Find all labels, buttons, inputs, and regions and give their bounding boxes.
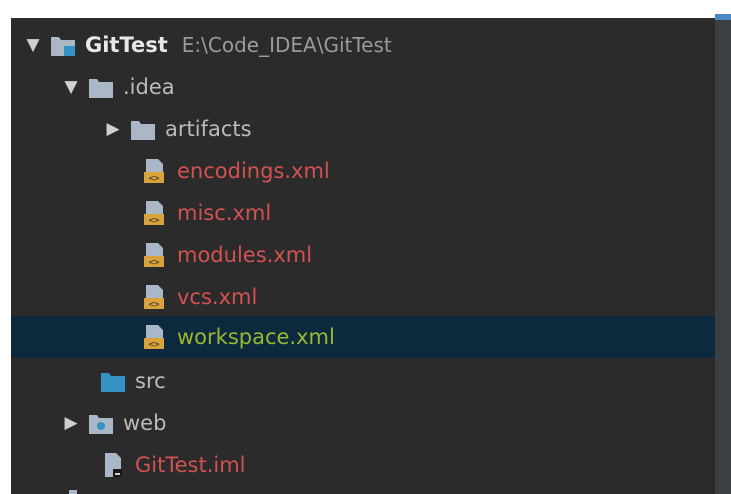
tree-node-encodings-xml[interactable]: <> encodings.xml bbox=[11, 150, 715, 192]
triangle-right-icon[interactable]: ▶ bbox=[59, 411, 83, 435]
folder-label: src bbox=[135, 369, 166, 393]
project-name: GitTest bbox=[85, 33, 168, 57]
file-label: encodings.xml bbox=[177, 159, 330, 183]
triangle-down-icon[interactable]: ▼ bbox=[59, 75, 83, 99]
xml-file-icon: <> bbox=[144, 201, 164, 226]
file-label: GitTest.iml bbox=[135, 453, 246, 477]
tree-node-partial bbox=[11, 486, 715, 494]
iml-file-icon bbox=[105, 453, 122, 477]
xml-file-icon: <> bbox=[144, 285, 164, 310]
file-label: misc.xml bbox=[177, 201, 272, 225]
tree-node-workspace-xml[interactable]: <> workspace.xml bbox=[11, 316, 715, 358]
triangle-right-icon[interactable]: ▶ bbox=[101, 117, 125, 141]
module-folder-icon bbox=[51, 37, 75, 56]
tree-node-gittest[interactable]: ▼ GitTest E:\Code_IDEA\GitTest bbox=[11, 24, 715, 66]
scrollbar-thumb[interactable] bbox=[715, 14, 731, 20]
tree-node-src[interactable]: src bbox=[11, 360, 715, 402]
tree-node-gittest-iml[interactable]: GitTest.iml bbox=[11, 444, 715, 486]
file-label: vcs.xml bbox=[177, 285, 258, 309]
folder-label: .idea bbox=[123, 75, 175, 99]
folder-icon bbox=[89, 79, 113, 98]
project-path: E:\Code_IDEA\GitTest bbox=[181, 33, 392, 57]
tree-node-misc-xml[interactable]: <> misc.xml bbox=[11, 192, 715, 234]
scrollbar-track[interactable] bbox=[715, 18, 731, 494]
folder-label: artifacts bbox=[165, 117, 252, 141]
file-label: workspace.xml bbox=[177, 325, 335, 349]
svg-text:<>: <> bbox=[149, 174, 160, 184]
svg-text:<>: <> bbox=[149, 258, 160, 268]
file-label: modules.xml bbox=[177, 243, 313, 267]
tree-node-artifacts[interactable]: ▶ artifacts bbox=[11, 108, 715, 150]
svg-text:<>: <> bbox=[149, 300, 160, 310]
triangle-down-icon[interactable]: ▼ bbox=[21, 33, 45, 57]
xml-file-icon: <> bbox=[144, 159, 164, 184]
source-folder-icon bbox=[101, 373, 125, 392]
svg-text:<>: <> bbox=[149, 340, 160, 350]
web-folder-icon bbox=[89, 415, 113, 434]
svg-text:<>: <> bbox=[149, 216, 160, 226]
folder-icon bbox=[131, 121, 155, 140]
tree-node-vcs-xml[interactable]: <> vcs.xml bbox=[11, 276, 715, 318]
file-icon bbox=[69, 490, 77, 494]
xml-file-icon: <> bbox=[144, 243, 164, 268]
project-tool-window: ▼ GitTest E:\Code_IDEA\GitTest ▼ .idea ▶… bbox=[0, 0, 731, 494]
tree-node-modules-xml[interactable]: <> modules.xml bbox=[11, 234, 715, 276]
tree-node-web[interactable]: ▶ web bbox=[11, 402, 715, 444]
folder-label: web bbox=[123, 411, 167, 435]
xml-file-icon: <> bbox=[144, 325, 164, 350]
project-tree: ▼ GitTest E:\Code_IDEA\GitTest ▼ .idea ▶… bbox=[11, 18, 715, 494]
tree-node-idea[interactable]: ▼ .idea bbox=[11, 66, 715, 108]
